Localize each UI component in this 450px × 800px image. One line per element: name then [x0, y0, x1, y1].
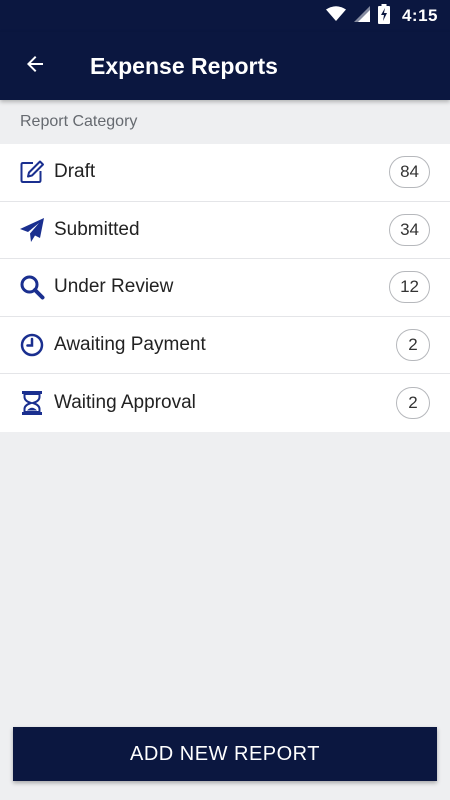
count-badge: 2 [396, 328, 430, 361]
list-item-label: Awaiting Payment [54, 333, 206, 355]
edit-icon [18, 158, 46, 186]
list-item-awaiting-payment[interactable]: Awaiting Payment 2 [0, 317, 450, 374]
app-bar: Expense Reports [0, 32, 450, 100]
page-title: Expense Reports [90, 52, 278, 79]
status-bar: 4:15 [0, 0, 450, 32]
clock-icon [18, 331, 46, 359]
arrow-left-icon [23, 52, 47, 81]
list-item-label: Submitted [54, 218, 140, 240]
list-item-under-review[interactable]: Under Review 12 [0, 259, 450, 317]
battery-charging-icon [377, 3, 390, 29]
cell-signal-icon [353, 5, 370, 27]
status-time: 4:15 [401, 6, 438, 25]
list-item-waiting-approval[interactable]: Waiting Approval 2 [0, 374, 450, 432]
screen: 4:15 Expense Reports Report Category Dra… [0, 0, 450, 800]
count-badge: 2 [396, 386, 430, 419]
count-badge: 34 [389, 213, 430, 246]
add-new-report-button[interactable]: ADD NEW REPORT [13, 727, 437, 781]
search-icon [18, 273, 46, 301]
list-item-label: Draft [54, 161, 96, 183]
list-item-submitted[interactable]: Submitted 34 [0, 202, 450, 259]
paper-plane-icon [18, 216, 46, 244]
category-list: Draft 84 Submitted 34 Under Review 12 Aw… [0, 144, 450, 432]
list-item-draft[interactable]: Draft 84 [0, 144, 450, 202]
section-header: Report Category [20, 113, 138, 130]
count-badge: 84 [389, 156, 430, 189]
wifi-icon [325, 5, 346, 27]
list-item-label: Waiting Approval [54, 391, 196, 413]
list-item-label: Under Review [54, 276, 174, 298]
back-button[interactable] [0, 32, 70, 100]
count-badge: 12 [389, 271, 430, 304]
hourglass-icon [18, 389, 46, 417]
